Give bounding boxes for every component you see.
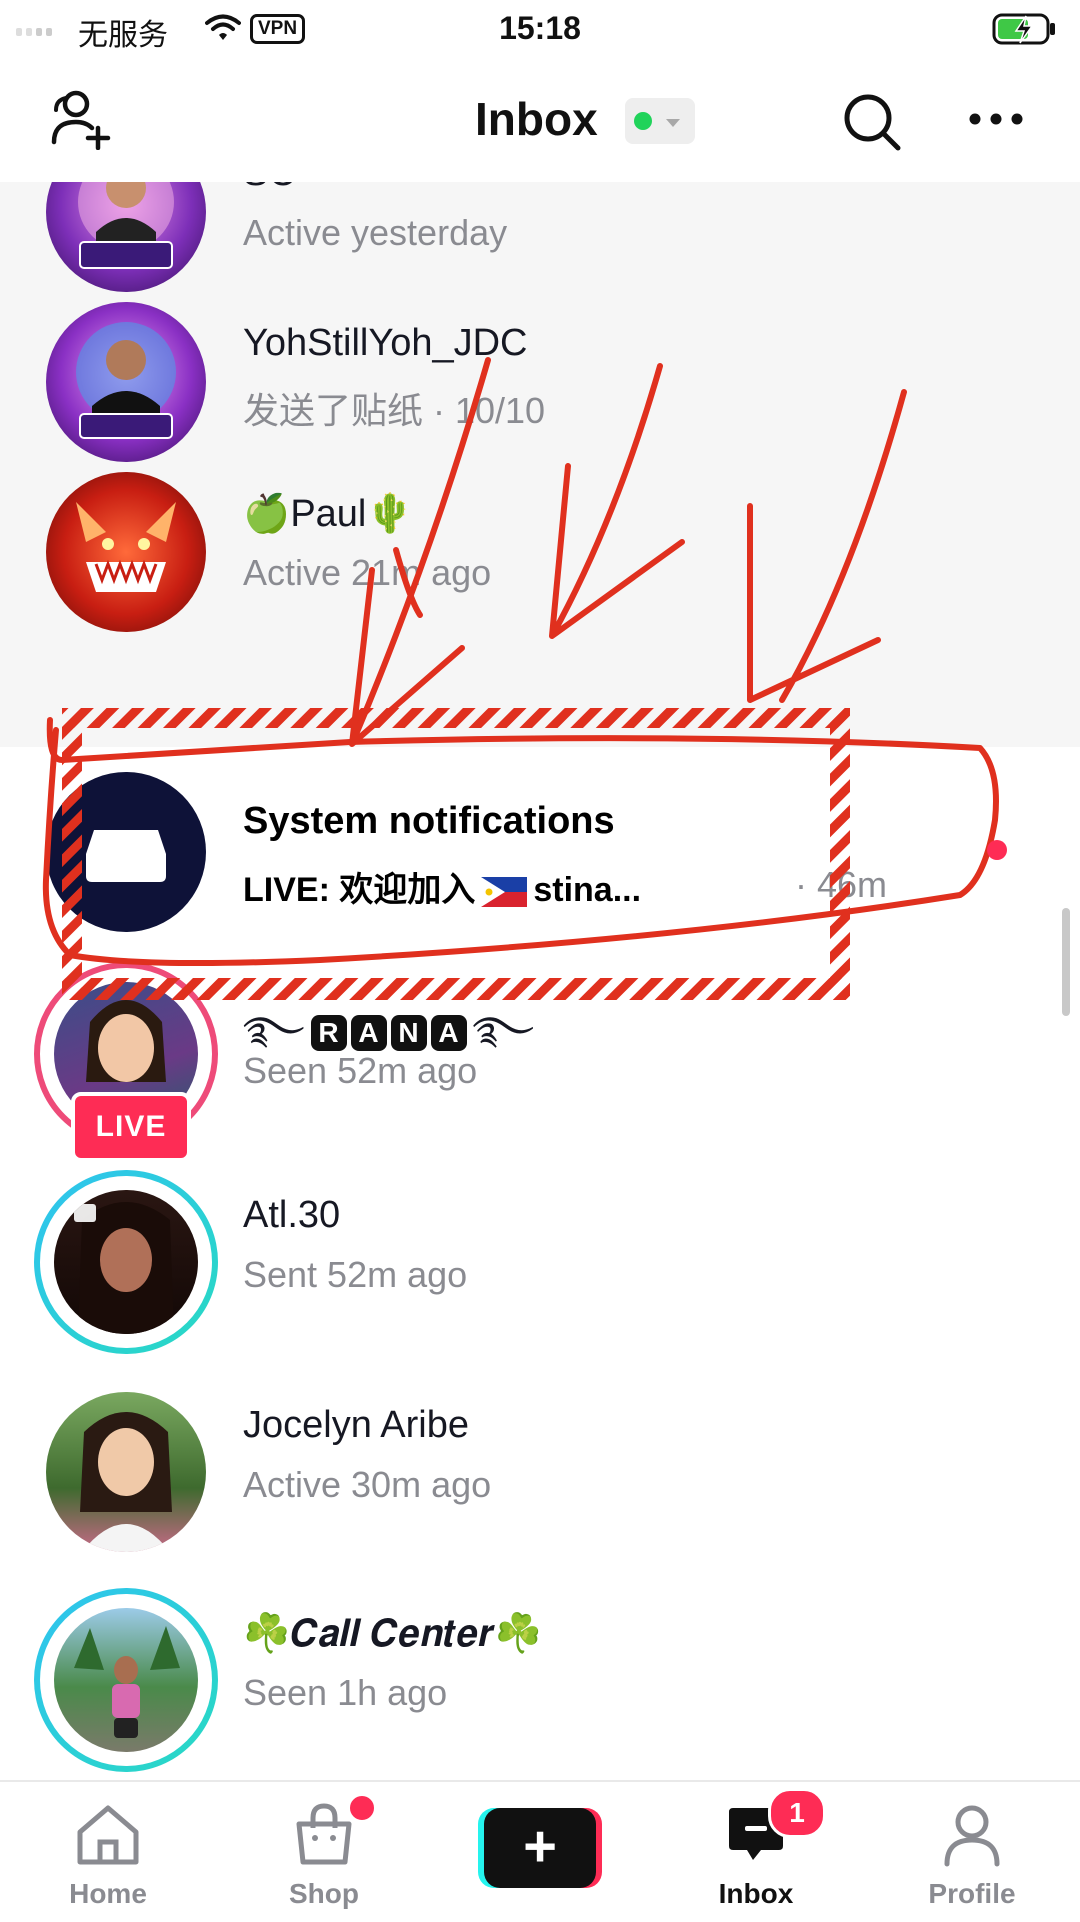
avatar[interactable] (40, 1594, 212, 1766)
list-item[interactable]: Jocelyn Aribe Active 30m ago (0, 1368, 1080, 1568)
list-item[interactable]: 🍏Paul🌵 Active 21m ago (0, 452, 1080, 652)
online-status-toggle[interactable] (625, 98, 695, 144)
tab-profile-label: Profile (928, 1878, 1016, 1909)
bottom-tab-bar: Home Shop + 1 Inbox Profile (0, 1780, 1080, 1922)
online-dot-icon (634, 112, 652, 130)
tab-inbox-label: Inbox (718, 1878, 794, 1909)
conversation-name: Jocelyn Aribe (243, 1404, 470, 1446)
conversation-subtitle: Active 30m ago (243, 1464, 492, 1505)
caret-down-icon (666, 119, 680, 127)
tab-shop-label: Shop (289, 1878, 359, 1909)
conversation-subtitle: Active yesterday (243, 212, 508, 253)
conversation-name: Atl.30 (243, 1194, 341, 1236)
status-bar: 无服务 VPN 15:18 (0, 0, 1080, 60)
philippines-flag-icon (481, 877, 528, 908)
tab-profile[interactable]: Profile (892, 1782, 1052, 1922)
status-time: 15:18 (499, 10, 581, 46)
list-item[interactable]: LIVE ࿐ R A N A ࿐ Seen 52m ago (0, 950, 1080, 1162)
profile-icon (944, 1805, 1000, 1867)
add-friends-icon[interactable] (46, 90, 116, 150)
conversation-name: ☘️𝑪𝒂𝒍𝒍 𝑪𝒆𝒏𝒕𝒆𝒓☘️ (243, 1613, 543, 1655)
conversation-list[interactable]: SC Active yesterday YohStillYoh_JDC 发送了贴… (0, 182, 1080, 1780)
inbox-header: Inbox (0, 60, 1080, 182)
avatar[interactable] (46, 302, 206, 462)
conversation-subtitle: LIVE: 欢迎加入 stina... (243, 871, 642, 909)
conversation-subtitle: Sent 52m ago (243, 1254, 468, 1295)
conversation-name: YohStillYoh_JDC (243, 322, 528, 364)
conversation-name: SC (243, 182, 296, 195)
list-item[interactable]: ☘️𝑪𝒂𝒍𝒍 𝑪𝒆𝒏𝒕𝒆𝒓☘️ Seen 1h ago (0, 1576, 1080, 1776)
conversation-name: System notifications (243, 800, 615, 842)
avatar[interactable] (40, 1176, 212, 1348)
tab-home[interactable]: Home (28, 1782, 188, 1922)
avatar[interactable] (46, 182, 206, 292)
avatar[interactable] (46, 1392, 206, 1552)
avatar[interactable]: LIVE (34, 962, 218, 1162)
live-badge: LIVE (71, 1092, 191, 1162)
shop-bag-icon (296, 1803, 352, 1865)
conversation-name: 🍏Paul🌵 (243, 493, 414, 535)
search-icon[interactable] (840, 90, 904, 154)
conversation-subtitle: 发送了贴纸 · 10/10 (243, 390, 546, 431)
create-button[interactable]: + (478, 1808, 602, 1888)
avatar[interactable] (46, 772, 206, 932)
tab-inbox[interactable]: 1 Inbox (676, 1782, 836, 1922)
shop-notification-dot (348, 1794, 376, 1822)
tab-home-label: Home (69, 1878, 147, 1909)
list-item[interactable]: Atl.30 Sent 52m ago (0, 1158, 1080, 1358)
page-title: Inbox (475, 93, 598, 145)
home-icon (77, 1805, 139, 1865)
tab-shop[interactable]: Shop (244, 1782, 404, 1922)
conversation-time: · 46m (795, 864, 888, 905)
conversation-subtitle: Seen 52m ago (243, 1050, 478, 1091)
plus-icon: + (484, 1808, 596, 1888)
battery-charging-icon (992, 13, 1055, 45)
conversation-subtitle: Active 21m ago (243, 552, 492, 593)
more-icon[interactable] (968, 112, 1024, 126)
inbox-tray-icon (86, 830, 166, 882)
avatar[interactable] (46, 472, 206, 632)
list-item-system-notifications[interactable]: System notifications LIVE: 欢迎加入 stina... … (0, 750, 1080, 950)
inbox-unread-badge: 1 (768, 1788, 826, 1838)
conversation-subtitle: Seen 1h ago (243, 1672, 448, 1713)
